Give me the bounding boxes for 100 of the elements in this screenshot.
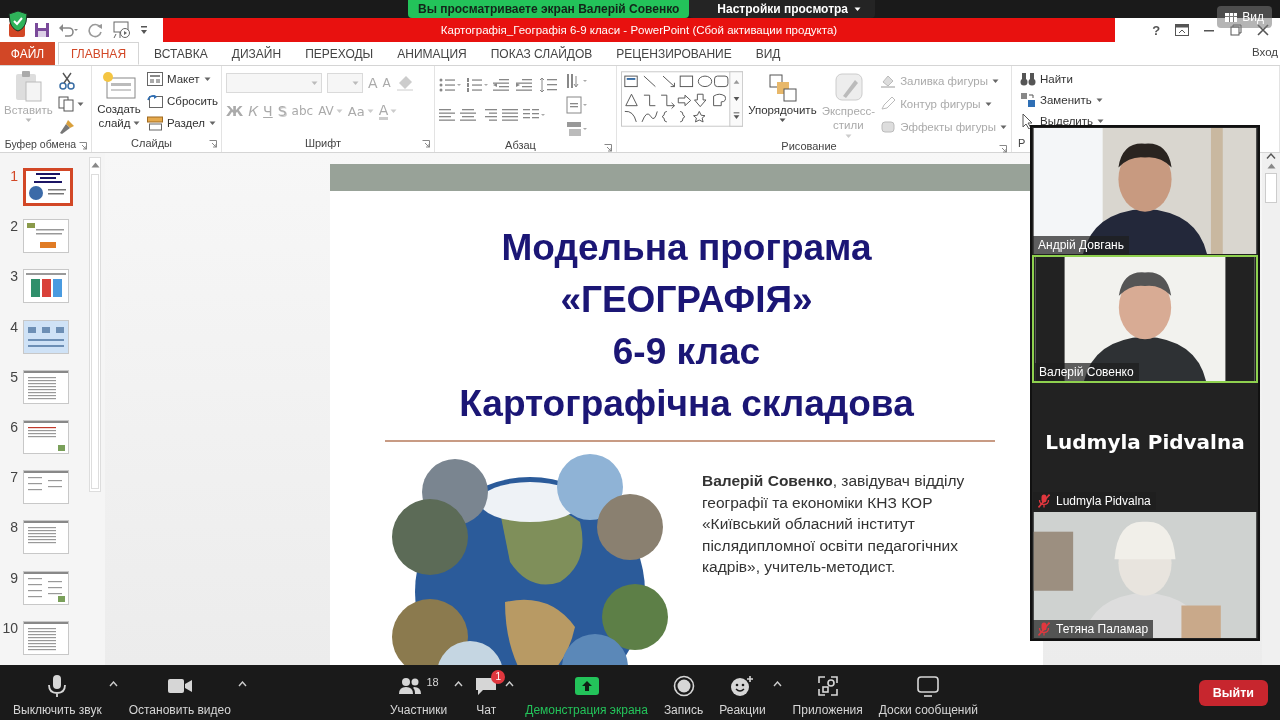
video-tile[interactable]: Ludmyla Pidvalna Ludmyla Pidvalna — [1032, 383, 1258, 511]
toolbar-button[interactable]: Запись — [658, 665, 709, 720]
video-tile[interactable]: Валерій Совенко — [1032, 255, 1258, 383]
name-plate: Тетяна Паламар — [1033, 620, 1154, 638]
dialog-launcher-icon[interactable] — [422, 140, 430, 148]
slide-thumbnail[interactable] — [23, 269, 69, 304]
group-label: Р — [1018, 137, 1026, 149]
toolbar-button[interactable]: Доски сообщений — [873, 665, 983, 720]
scrollbar-thumb[interactable] — [91, 174, 99, 489]
leave-button[interactable]: Выйти — [1198, 679, 1268, 706]
ribbon-tab[interactable]: ПОКАЗ СЛАЙДОВ — [478, 42, 605, 65]
slide-thumbnail[interactable] — [23, 219, 69, 254]
caret-icon — [209, 120, 216, 126]
ribbon-tab[interactable]: АНИМАЦИЯ — [385, 42, 479, 65]
cut-icon[interactable] — [57, 72, 76, 90]
pencil-icon — [880, 96, 897, 112]
ribbon-tab[interactable]: РЕЦЕНЗИРОВАНИЕ — [604, 42, 744, 65]
whiteboard-icon — [916, 675, 941, 697]
ribbon-tab[interactable]: ВИД — [743, 42, 793, 65]
brush-icon[interactable] — [57, 118, 76, 136]
slide-thumbnail[interactable] — [23, 369, 69, 404]
text-direction-icon[interactable] — [566, 72, 590, 90]
slide-thumbnail[interactable] — [23, 470, 69, 505]
scroll-up-icon[interactable] — [90, 162, 100, 168]
sign-in-link[interactable]: Вход — [1252, 42, 1280, 65]
slide-thumbnail[interactable] — [23, 520, 69, 555]
align-center-icon[interactable] — [460, 107, 476, 123]
quick-styles-icon — [833, 72, 864, 102]
caret-up-icon[interactable] — [772, 681, 782, 687]
dialog-launcher-icon[interactable] — [209, 140, 217, 148]
apps-icon — [816, 675, 839, 697]
bullets-icon[interactable] — [439, 77, 461, 93]
decrease-indent-icon[interactable] — [493, 77, 511, 93]
caret-up-icon[interactable] — [505, 681, 515, 687]
caret-up-icon[interactable] — [237, 681, 247, 687]
toolbar-button[interactable]: 1 Чат — [469, 665, 504, 720]
redo-icon[interactable] — [88, 22, 104, 38]
replace-button[interactable]: Заменить — [1020, 91, 1105, 109]
align-text-icon[interactable] — [566, 96, 590, 114]
caret-icon — [844, 134, 852, 139]
scroll-up-icon[interactable] — [1266, 163, 1276, 169]
dialog-launcher-icon[interactable] — [999, 145, 1007, 153]
toolbar-button[interactable]: Приложения — [787, 665, 868, 720]
scrollbar[interactable] — [89, 157, 101, 492]
section-button[interactable]: Раздел — [147, 114, 219, 132]
dialog-launcher-icon[interactable] — [79, 142, 87, 150]
slide-thumbnail[interactable] — [23, 420, 69, 454]
participant-count: 18 — [426, 676, 439, 688]
scrollbar[interactable] — [1262, 153, 1280, 665]
toolbar-button[interactable]: 18 Участники — [384, 665, 453, 720]
ribbon-display-icon[interactable] — [1174, 24, 1189, 36]
undo-icon[interactable] — [58, 22, 80, 38]
scrollbar-thumb[interactable] — [1265, 173, 1277, 203]
file-tab[interactable]: ФАЙЛ — [0, 42, 55, 65]
justify-icon[interactable] — [502, 107, 518, 123]
slide-thumbnail[interactable] — [23, 620, 69, 655]
customize-icon[interactable] — [140, 25, 148, 35]
toolbar-button[interactable]: Выключить звук — [8, 665, 107, 720]
slide-thumbnail[interactable] — [23, 319, 69, 354]
layout-button[interactable]: Макет — [147, 70, 219, 88]
layout-icon — [147, 71, 163, 87]
slideshow-icon[interactable] — [112, 21, 132, 39]
view-options-button[interactable]: Настройки просмотра — [689, 0, 876, 18]
dialog-launcher-icon[interactable] — [604, 144, 612, 152]
toolbar-button[interactable]: Реакции — [714, 665, 771, 720]
caret-icon — [1000, 124, 1007, 130]
restore-icon[interactable] — [1230, 24, 1243, 36]
ribbon-tab[interactable]: ВСТАВКА — [142, 42, 220, 65]
align-left-icon[interactable] — [439, 107, 455, 123]
shape-gallery[interactable] — [621, 70, 744, 128]
slide-thumbnail[interactable] — [23, 570, 69, 605]
caret-icon — [352, 80, 359, 86]
reset-button[interactable]: Сбросить — [147, 92, 219, 110]
video-tile[interactable]: Андрій Довгань — [1032, 127, 1258, 255]
caret-icon — [854, 6, 862, 12]
copy-icon[interactable] — [57, 96, 74, 112]
ribbon-tab[interactable]: ДИЗАЙН — [219, 42, 294, 65]
arrange-button[interactable]: Упорядочить — [748, 70, 817, 139]
ribbon-tab[interactable]: ПЕРЕХОДЫ — [293, 42, 386, 65]
increase-indent-icon[interactable] — [516, 77, 534, 93]
ribbon-tab[interactable]: ГЛАВНАЯ — [58, 42, 140, 65]
video-tile[interactable]: Тетяна Паламар — [1032, 511, 1258, 639]
font-size-field[interactable] — [327, 73, 363, 93]
caret-up-icon[interactable] — [454, 681, 464, 687]
smartart-icon[interactable] — [566, 120, 590, 138]
toolbar-button[interactable]: Остановить видео — [123, 665, 236, 720]
slide-thumbnail[interactable] — [23, 168, 73, 206]
find-button[interactable]: Найти — [1020, 70, 1105, 88]
toolbar-button[interactable]: Демонстрация экрана — [520, 665, 653, 720]
caret-up-icon[interactable] — [108, 681, 118, 687]
help-button[interactable]: ? — [1152, 22, 1161, 38]
slide-number: 8 — [9, 519, 18, 536]
close-icon[interactable] — [1256, 24, 1269, 36]
collapse-ribbon-icon[interactable] — [1266, 153, 1276, 159]
caret-icon — [366, 108, 374, 114]
new-slide-button[interactable]: Создать слайд — [96, 70, 142, 134]
slide-number: 1 — [9, 168, 18, 184]
numbering-icon[interactable] — [466, 77, 488, 93]
save-icon[interactable] — [34, 22, 50, 38]
caret-icon — [984, 101, 992, 107]
